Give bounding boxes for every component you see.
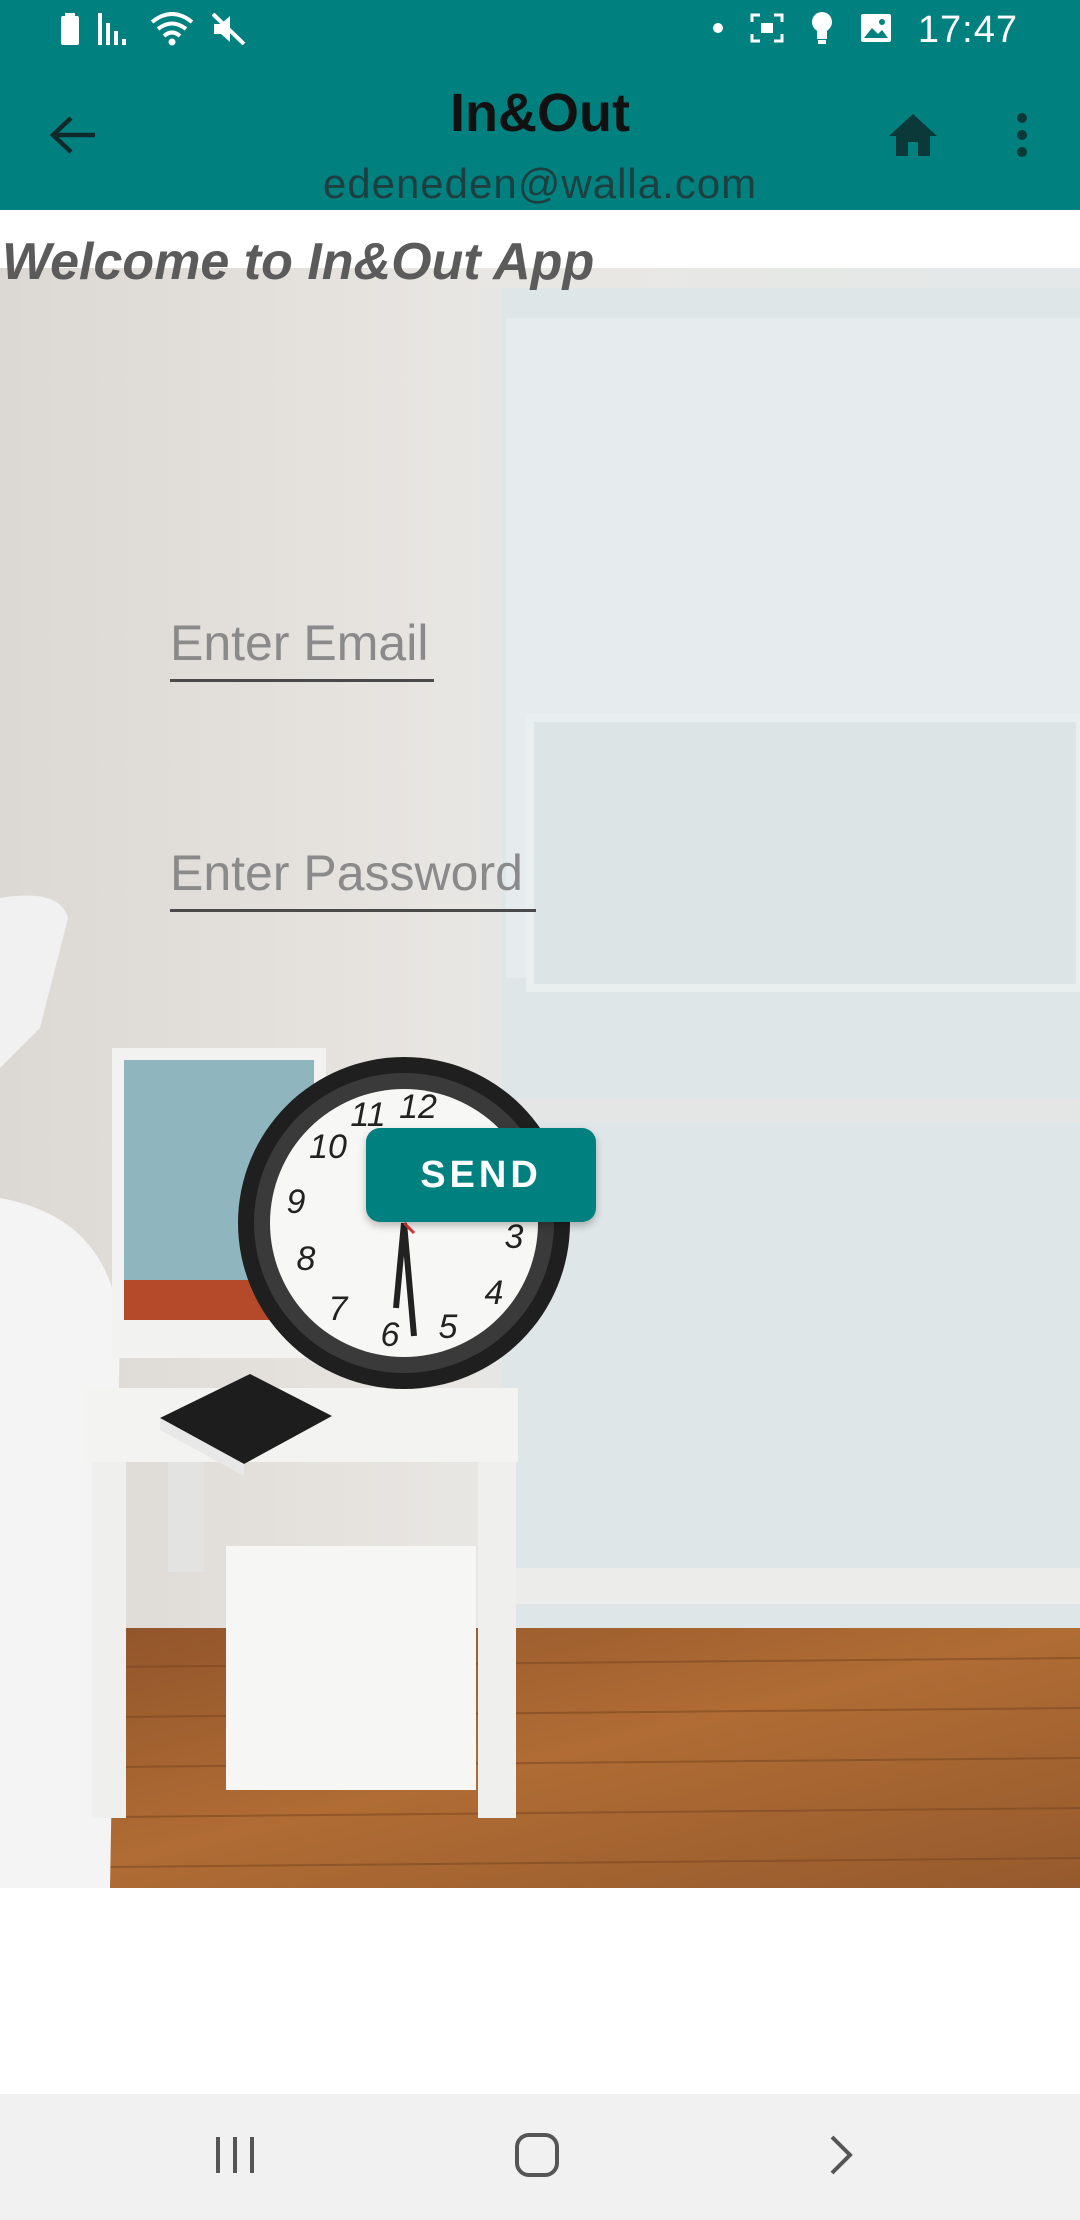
app-bar: In&Out edeneden@walla.com [0, 62, 1080, 210]
email-input[interactable] [170, 606, 434, 682]
status-right: 17:47 [712, 8, 1018, 51]
email-field[interactable] [170, 606, 434, 686]
home-icon [887, 112, 939, 163]
back-chevron-icon [826, 2133, 856, 2182]
svg-text:4: 4 [485, 1274, 504, 1312]
password-field[interactable] [170, 836, 536, 916]
dot-icon [712, 21, 724, 39]
battery-icon [60, 12, 80, 50]
home-circle-icon [514, 2132, 560, 2183]
svg-text:8: 8 [297, 1240, 316, 1278]
back-nav-button[interactable] [796, 2124, 886, 2190]
welcome-heading: Welcome to In&Out App [2, 233, 595, 291]
recents-icon [214, 2135, 256, 2180]
status-time: 17:47 [917, 8, 1018, 51]
svg-text:5: 5 [439, 1308, 458, 1346]
overflow-menu-button[interactable] [1000, 102, 1044, 172]
home-nav-button[interactable] [492, 2124, 582, 2190]
svg-text:3: 3 [505, 1218, 524, 1256]
more-vertical-icon [1016, 112, 1028, 163]
send-button[interactable]: SEND [366, 1128, 596, 1222]
screen-record-icon [750, 13, 784, 48]
status-left [60, 11, 246, 51]
top-bar: 17:47 In&Out edeneden@walla.com [0, 0, 1080, 210]
svg-text:10: 10 [309, 1128, 347, 1166]
bulb-icon [810, 11, 834, 50]
recents-button[interactable] [190, 2124, 280, 2190]
home-button[interactable] [878, 102, 948, 172]
status-bar: 17:47 [0, 0, 1080, 62]
svg-text:12: 12 [399, 1088, 437, 1126]
mute-icon [211, 12, 246, 50]
background-photo: 12 11 10 9 8 7 6 5 4 3 [0, 268, 1080, 1888]
svg-text:9: 9 [287, 1183, 306, 1221]
password-input[interactable] [170, 836, 536, 912]
system-nav-bar [0, 2094, 1080, 2220]
svg-text:6: 6 [381, 1316, 400, 1354]
wifi-icon [150, 11, 194, 51]
image-icon [860, 13, 892, 48]
signal-icon [98, 12, 132, 50]
svg-text:7: 7 [329, 1290, 349, 1328]
